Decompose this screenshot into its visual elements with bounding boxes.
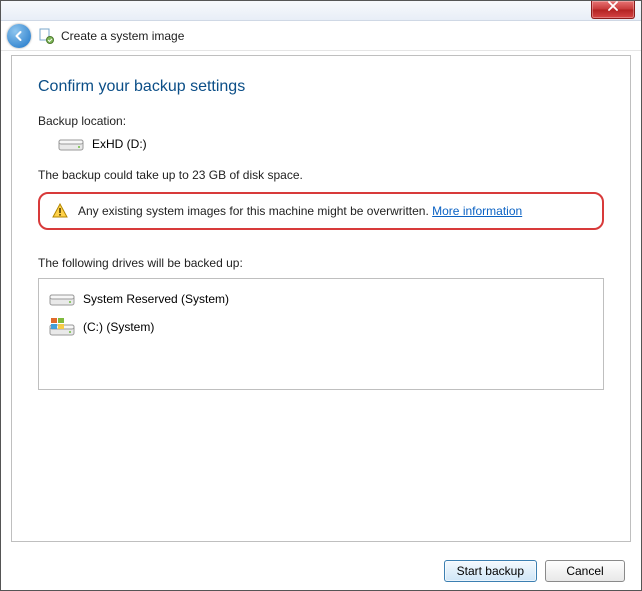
drives-label: The following drives will be backed up: [38,256,604,270]
backup-location-value: ExHD (D:) [92,137,147,151]
drive-name: System Reserved (System) [83,292,229,306]
drive-name: (C:) (System) [83,320,154,334]
backup-location-label: Backup location: [38,114,604,128]
page-heading: Confirm your backup settings [38,78,604,96]
start-backup-button[interactable]: Start backup [444,560,537,582]
warning-box: Any existing system images for this mach… [38,192,604,230]
nav-row: Create a system image [1,21,641,51]
close-icon [608,1,618,11]
warning-icon [52,203,68,219]
windows-drive-icon [49,317,75,337]
backup-location-row: ExHD (D:) [38,136,604,152]
disk-space-text: The backup could take up to 23 GB of dis… [38,168,604,182]
footer: Start backup Cancel [11,554,631,582]
warning-text: Any existing system images for this mach… [78,204,432,218]
more-information-link[interactable]: More information [432,204,522,218]
hard-drive-icon [49,289,75,309]
close-button[interactable] [591,1,635,19]
wizard-icon [37,27,55,45]
titlebar [1,1,641,21]
window-title: Create a system image [61,29,184,43]
back-arrow-icon [12,29,26,43]
list-item: System Reserved (System) [47,285,595,313]
back-button[interactable] [7,24,31,48]
warning-message: Any existing system images for this mach… [78,204,522,218]
list-item: (C:) (System) [47,313,595,341]
content-panel: Confirm your backup settings Backup loca… [11,55,631,542]
drives-listbox: System Reserved (System) (C:) (System) [38,278,604,390]
hard-drive-icon [58,136,84,152]
cancel-button[interactable]: Cancel [545,560,625,582]
